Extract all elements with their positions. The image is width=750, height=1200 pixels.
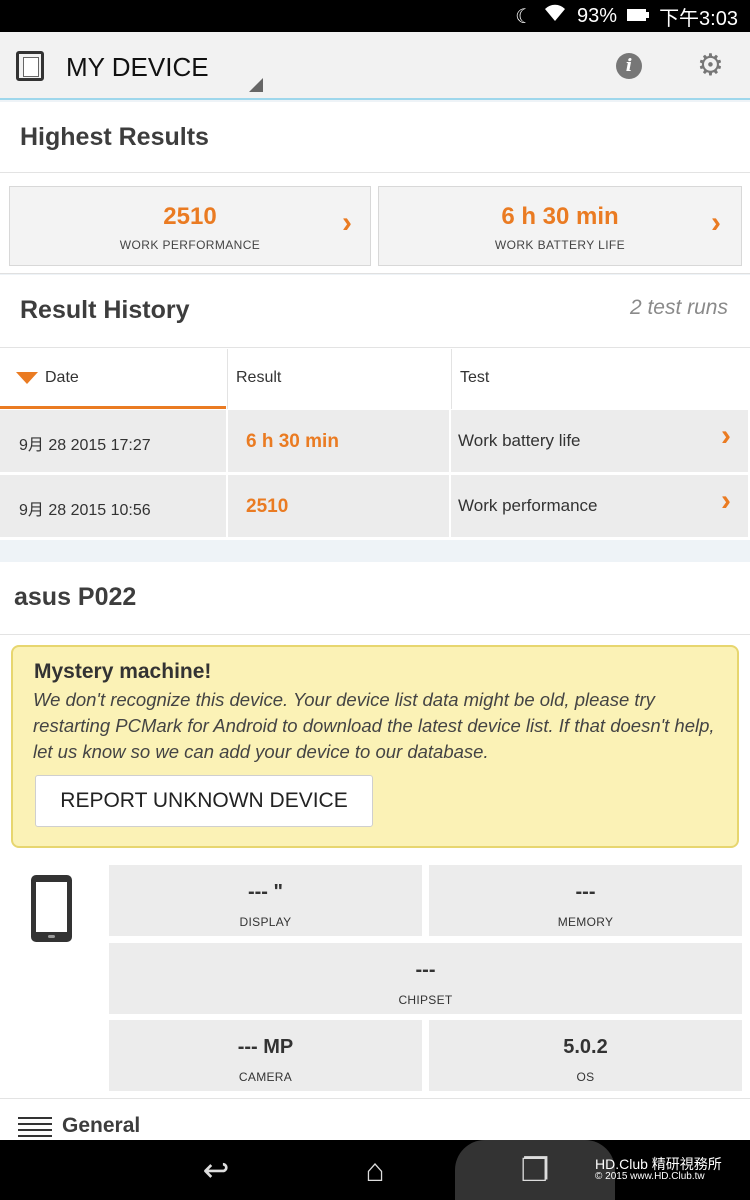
row-result: 2510 (246, 496, 289, 517)
column-header-test[interactable]: Test (451, 349, 750, 409)
spec-memory: --- MEMORY (429, 865, 742, 936)
spec-chipset: --- CHIPSET (109, 943, 742, 1014)
spec-display: --- " DISPLAY (109, 865, 422, 936)
os-label: OS (576, 1070, 595, 1084)
work-battery-score: 6 h 30 min (501, 203, 619, 230)
battery-percent: 93% (577, 4, 618, 27)
navigation-bar: ↩ ⌂ ❐ HD.Club 精研視務所 © 2015 www.HD.Club.t… (0, 1140, 750, 1200)
column-header-date[interactable]: Date (0, 349, 226, 409)
divider (0, 347, 750, 348)
work-battery-label: WORK BATTERY LIFE (494, 238, 626, 252)
result-history-heading: Result History (20, 296, 190, 324)
chevron-right-icon: › (721, 419, 731, 452)
chipset-value: --- (415, 959, 436, 981)
app-bar: MY DEVICE i ⚙ (0, 32, 750, 100)
general-section-label[interactable]: General (62, 1114, 140, 1138)
chevron-right-icon: › (342, 206, 352, 239)
wifi-icon (543, 3, 567, 29)
notice-title: Mystery machine! (34, 660, 212, 683)
divider (0, 172, 750, 173)
spec-camera: --- MP CAMERA (109, 1020, 422, 1091)
status-bar: ☾ 93% 下午3:03 (0, 0, 750, 32)
row-date: 9月 28 2015 10:56 (19, 502, 151, 519)
work-performance-score: 2510 (163, 203, 217, 230)
divider (0, 1098, 750, 1099)
unknown-device-notice: Mystery machine! We don't recognize this… (11, 645, 739, 848)
os-value: 5.0.2 (563, 1036, 608, 1058)
notice-text: We don't recognize this device. Your dev… (33, 689, 715, 762)
clock: 下午3:03 (659, 7, 738, 30)
device-name: asus P022 (14, 583, 137, 611)
report-unknown-device-button[interactable]: REPORT UNKNOWN DEVICE (35, 775, 373, 827)
highest-results-heading: Highest Results (20, 123, 209, 151)
gear-icon[interactable]: ⚙ (697, 51, 724, 81)
divider (0, 634, 750, 635)
row-test: Work performance (458, 496, 598, 515)
test-runs-count: 2 test runs (629, 296, 728, 319)
menu-icon[interactable] (18, 1117, 52, 1137)
battery-icon (627, 5, 650, 28)
home-icon[interactable]: ⌂ (345, 1148, 405, 1192)
camera-label: CAMERA (238, 1070, 293, 1084)
watermark-line2: © 2015 www.HD.Club.tw (595, 1171, 705, 1182)
table-row[interactable]: 9月 28 2015 17:27 6 h 30 min Work battery… (0, 410, 750, 472)
back-icon[interactable]: ↩ (186, 1148, 246, 1192)
spec-os: 5.0.2 OS (429, 1020, 742, 1091)
display-label: DISPLAY (239, 915, 292, 929)
chevron-right-icon: › (721, 484, 731, 517)
chevron-right-icon: › (711, 206, 721, 239)
tablet-icon (16, 51, 44, 81)
display-value: --- " (247, 881, 284, 903)
recents-icon[interactable]: ❐ (505, 1148, 565, 1192)
page-title[interactable]: MY DEVICE (66, 52, 209, 83)
sort-descending-icon (16, 372, 38, 384)
row-date: 9月 28 2015 17:27 (19, 437, 151, 454)
work-performance-card[interactable]: 2510 WORK PERFORMANCE › (9, 186, 371, 266)
work-performance-label: WORK PERFORMANCE (119, 238, 261, 252)
row-result: 6 h 30 min (246, 431, 339, 452)
moon-icon: ☾ (515, 5, 534, 28)
memory-value: --- (575, 881, 596, 903)
chipset-label: CHIPSET (398, 993, 453, 1007)
dropdown-icon[interactable] (249, 78, 263, 92)
work-battery-card[interactable]: 6 h 30 min WORK BATTERY LIFE › (378, 186, 742, 266)
memory-label: MEMORY (557, 915, 614, 929)
phone-icon (31, 875, 72, 942)
column-header-result[interactable]: Result (227, 349, 450, 409)
camera-value: --- MP (237, 1036, 294, 1058)
row-test: Work battery life (458, 431, 581, 450)
info-icon[interactable]: i (616, 53, 642, 79)
table-row[interactable]: 9月 28 2015 10:56 2510 Work performance › (0, 475, 750, 537)
